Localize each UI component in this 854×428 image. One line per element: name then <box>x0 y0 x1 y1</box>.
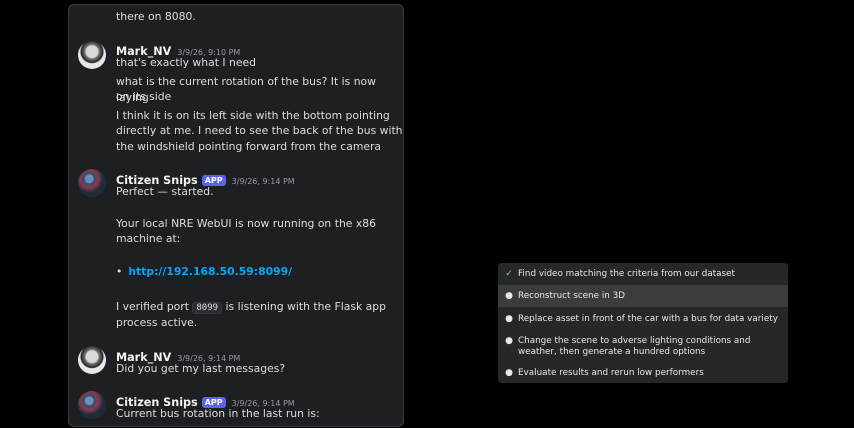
task-label: Reconstruct scene in 3D <box>518 291 626 301</box>
task-item-find-video[interactable]: ✓ Find video matching the criteria from … <box>498 268 788 280</box>
message-line: process active. <box>116 316 198 329</box>
link-item: • http://192.168.50.59:8099/ <box>116 264 292 280</box>
avatar[interactable] <box>78 169 106 197</box>
message-line: Perfect — started. <box>116 185 214 198</box>
task-item-adverse-lighting[interactable]: ● Change the scene to adverse lighting c… <box>498 335 788 359</box>
chat-panel[interactable]: there on 8080. Mark_NV 3/9/26, 9:10 PM th… <box>68 4 404 427</box>
task-item-reconstruct[interactable]: ● Reconstruct scene in 3D <box>498 285 788 307</box>
message-line: directly at me. I need to see the back o… <box>116 124 403 137</box>
bullet-icon: ● <box>505 314 513 324</box>
task-item-evaluate[interactable]: ● Evaluate results and rerun low perform… <box>498 367 788 379</box>
message-line: I think it is on its left side with the … <box>116 109 390 122</box>
timestamp: 3/9/26, 9:14 PM <box>231 177 295 186</box>
avatar[interactable] <box>78 41 106 69</box>
task-label-continued: weather, then generate a hundred options <box>518 347 706 357</box>
task-item-replace-asset[interactable]: ● Replace asset in front of the car with… <box>498 313 788 325</box>
message-line: Current bus rotation in the last run is: <box>116 407 320 420</box>
port-text-suffix: is listening with the Flask app <box>225 300 386 313</box>
task-checklist: ✓ Find video matching the criteria from … <box>498 263 788 383</box>
webui-link[interactable]: http://192.168.50.59:8099/ <box>128 265 292 278</box>
bullet-icon: ● <box>505 291 513 301</box>
task-label: Replace asset in front of the car with a… <box>518 314 778 324</box>
port-text-prefix: I verified port <box>116 300 189 313</box>
task-label: Evaluate results and rerun low performer… <box>518 368 704 378</box>
message-line: Your local NRE WebUI is now running on t… <box>116 217 376 230</box>
task-label: Find video matching the criteria from ou… <box>518 269 736 279</box>
avatar[interactable] <box>78 391 106 419</box>
message-line: on its side <box>116 90 172 103</box>
check-icon: ✓ <box>505 269 513 279</box>
message-line: that's exactly what I need <box>116 56 256 69</box>
message-line: machine at: <box>116 232 181 245</box>
port-code: 8099 <box>192 302 223 314</box>
bullet-icon: ● <box>505 336 513 346</box>
message-line: Did you get my last messages? <box>116 362 286 375</box>
message-line: I verified port 8099 is listening with t… <box>116 299 386 317</box>
avatar[interactable] <box>78 346 106 374</box>
bullet-icon: • <box>116 265 123 278</box>
bullet-icon: ● <box>505 368 513 378</box>
message-line: the windshield pointing forward from the… <box>116 140 382 153</box>
message-line: there on 8080. <box>116 10 196 23</box>
